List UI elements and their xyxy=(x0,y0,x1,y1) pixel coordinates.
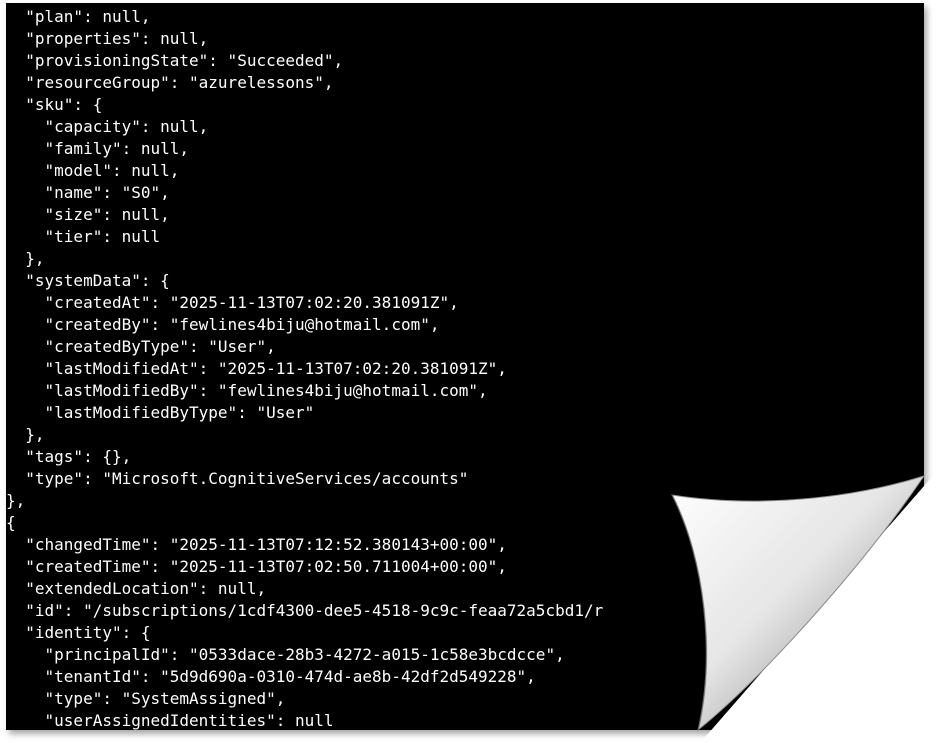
json-line: "lastModifiedBy": "fewlines4biju@hotmail… xyxy=(6,381,488,400)
json-line: "createdByType": "User", xyxy=(6,337,276,356)
json-line: }, xyxy=(6,425,45,444)
json-line: "family": null, xyxy=(6,139,190,158)
json-line: "lastModifiedByType": "User" xyxy=(6,403,315,422)
json-line: "createdTime": "2025-11-13T07:02:50.7110… xyxy=(6,557,507,576)
json-line: "properties": null, xyxy=(6,29,209,48)
json-line: "userAssignedIdentities": null xyxy=(6,711,334,730)
json-line: "provisioningState": "Succeeded", xyxy=(6,51,344,70)
json-line: "tenantId": "5d9d690a-0310-474d-ae8b-42d… xyxy=(6,667,536,686)
json-line: "capacity": null, xyxy=(6,117,209,136)
json-line: { xyxy=(6,513,16,532)
json-line: "createdBy": "fewlines4biju@hotmail.com"… xyxy=(6,315,440,334)
json-line: "type": "Microsoft.CognitiveServices/acc… xyxy=(6,469,469,488)
json-line: "plan": null, xyxy=(6,7,151,26)
json-line: "sku": { xyxy=(6,95,103,114)
json-line: "identity": { xyxy=(6,623,151,642)
json-line: "type": "SystemAssigned", xyxy=(6,689,286,708)
terminal-window[interactable]: "plan": null, "properties": null, "provi… xyxy=(6,3,924,730)
json-line: "changedTime": "2025-11-13T07:12:52.3801… xyxy=(6,535,507,554)
json-line: "tier": null xyxy=(6,227,161,246)
json-line: "systemData": { xyxy=(6,271,170,290)
json-line: "id": "/subscriptions/1cdf4300-dee5-4518… xyxy=(6,601,604,620)
json-line: "principalId": "0533dace-28b3-4272-a015-… xyxy=(6,645,565,664)
json-line: "resourceGroup": "azurelessons", xyxy=(6,73,334,92)
json-line: }, xyxy=(6,491,26,510)
json-line: }, xyxy=(6,249,45,268)
json-line: "extendedLocation": null, xyxy=(6,579,267,598)
json-line: "model": null, xyxy=(6,161,180,180)
json-line: "createdAt": "2025-11-13T07:02:20.381091… xyxy=(6,293,459,312)
json-output: "plan": null, "properties": null, "provi… xyxy=(6,6,603,730)
json-line: "lastModifiedAt": "2025-11-13T07:02:20.3… xyxy=(6,359,507,378)
json-line: "tags": {}, xyxy=(6,447,132,466)
json-line: "name": "S0", xyxy=(6,183,170,202)
json-line: "size": null, xyxy=(6,205,170,224)
